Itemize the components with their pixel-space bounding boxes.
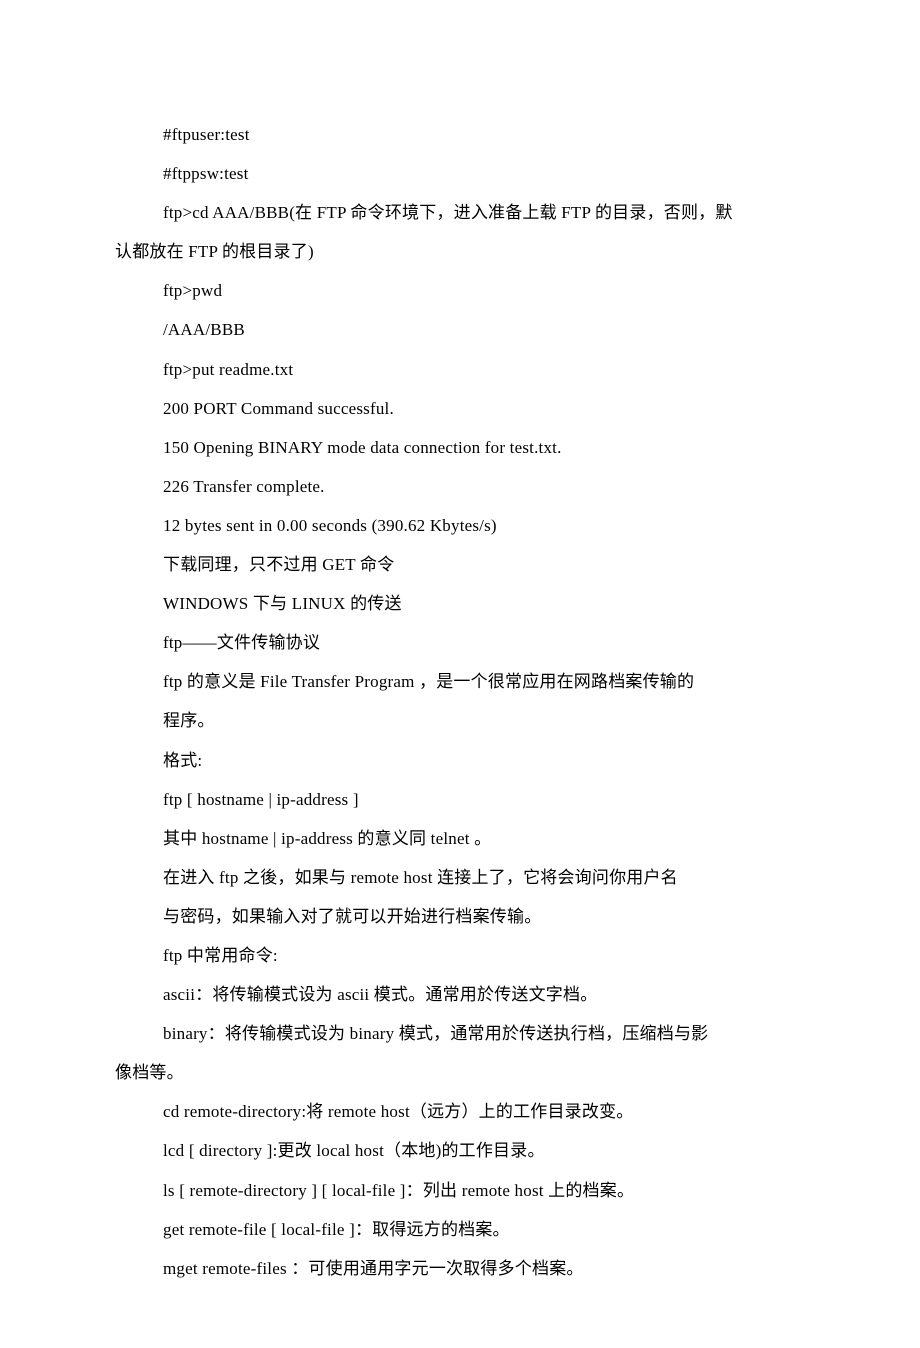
text-line: cd remote-directory:将 remote host（远方）上的工… <box>115 1092 805 1131</box>
text-line: /AAA/BBB <box>115 310 805 349</box>
text-line: ftp>pwd <box>115 271 805 310</box>
text-line: 程序。 <box>115 701 805 740</box>
text-line: get remote-file [ local-file ]：取得远方的档案。 <box>115 1210 805 1249</box>
text-line: ls [ remote-directory ] [ local-file ]：列… <box>115 1171 805 1210</box>
text-line: 像档等。 <box>115 1053 805 1092</box>
text-line: mget remote-files ：可使用通用字元一次取得多个档案。 <box>115 1249 805 1288</box>
text-line: ftp 的意义是 File Transfer Program ，是一个很常应用在… <box>115 662 805 701</box>
text-line: 认都放在 FTP 的根目录了) <box>115 232 805 271</box>
text-line: 12 bytes sent in 0.00 seconds (390.62 Kb… <box>115 506 805 545</box>
text-line: 150 Opening BINARY mode data connection … <box>115 428 805 467</box>
text-line: 226 Transfer complete. <box>115 467 805 506</box>
text-line: ascii：将传输模式设为 ascii 模式。通常用於传送文字档。 <box>115 975 805 1014</box>
document-body: #ftpuser:test#ftppsw:testftp>cd AAA/BBB(… <box>115 115 805 1288</box>
text-line: 下载同理，只不过用 GET 命令 <box>115 545 805 584</box>
text-line: #ftpuser:test <box>115 115 805 154</box>
text-line: binary：将传输模式设为 binary 模式，通常用於传送执行档，压缩档与影 <box>115 1014 805 1053</box>
text-line: WINDOWS 下与 LINUX 的传送 <box>115 584 805 623</box>
text-line: ftp>put readme.txt <box>115 350 805 389</box>
text-line: ftp——文件传输协议 <box>115 623 805 662</box>
text-line: 其中 hostname | ip-address 的意义同 telnet 。 <box>115 819 805 858</box>
text-line: #ftppsw:test <box>115 154 805 193</box>
text-line: ftp 中常用命令: <box>115 936 805 975</box>
text-line: 格式: <box>115 741 805 780</box>
document-page: #ftpuser:test#ftppsw:testftp>cd AAA/BBB(… <box>0 0 920 1348</box>
text-line: 与密码，如果输入对了就可以开始进行档案传输。 <box>115 897 805 936</box>
text-line: ftp [ hostname | ip-address ] <box>115 780 805 819</box>
text-line: lcd [ directory ]:更改 local host（本地)的工作目录… <box>115 1131 805 1170</box>
text-line: 200 PORT Command successful. <box>115 389 805 428</box>
text-line: 在进入 ftp 之後，如果与 remote host 连接上了，它将会询问你用户… <box>115 858 805 897</box>
text-line: ftp>cd AAA/BBB(在 FTP 命令环境下，进入准备上载 FTP 的目… <box>115 193 805 232</box>
